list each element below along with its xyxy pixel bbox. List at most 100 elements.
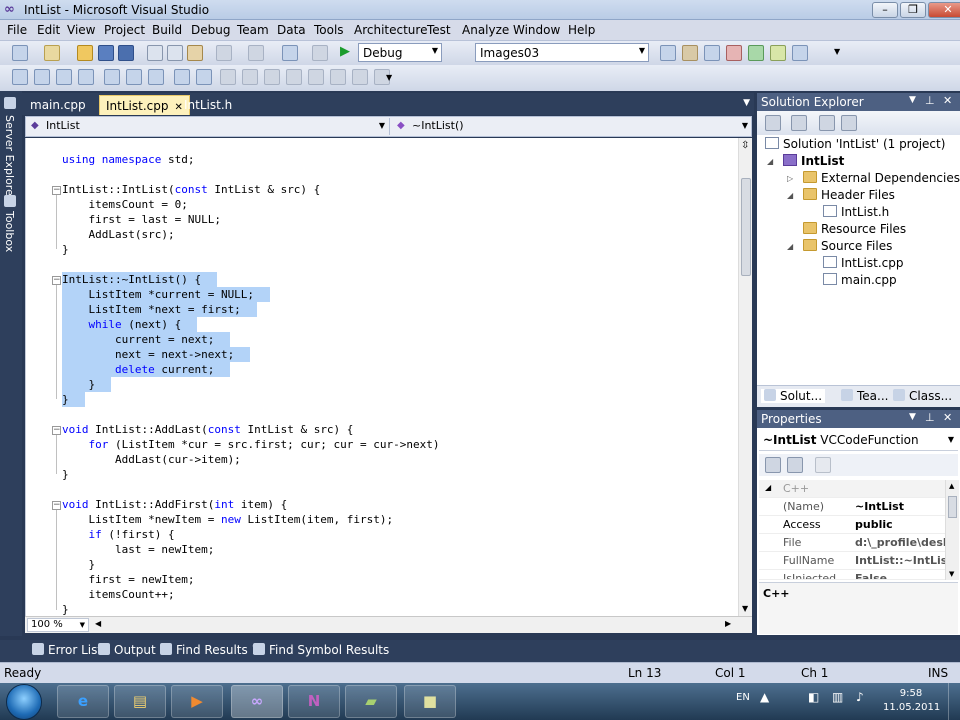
- uncomment-lines-icon[interactable]: [174, 69, 190, 85]
- tab-solution-explorer[interactable]: Solut...: [761, 389, 826, 403]
- show-hidden-icons-icon[interactable]: ▲: [760, 690, 769, 704]
- property-row[interactable]: Access public: [759, 516, 945, 534]
- scroll-right-icon[interactable]: ▶: [725, 619, 731, 628]
- tab-error-list[interactable]: Error List: [32, 643, 102, 657]
- collapse-arrow-icon[interactable]: ◢: [787, 191, 793, 200]
- code-line[interactable]: }: [62, 467, 69, 482]
- property-row[interactable]: IsInjected False: [759, 570, 945, 580]
- solution-explorer-icon[interactable]: [682, 45, 698, 61]
- next-bookmark-in-folder-icon[interactable]: [308, 69, 324, 85]
- tree-item-project[interactable]: IntList: [783, 154, 844, 171]
- code-line[interactable]: void IntList::AddFirst(int item) {: [62, 497, 287, 512]
- toolbar-options-icon[interactable]: ▼: [834, 47, 840, 56]
- code-line[interactable]: itemsCount++;: [62, 587, 174, 602]
- screen-recorder-icon[interactable]: ■: [404, 685, 456, 718]
- onenote-icon[interactable]: N: [288, 685, 340, 718]
- tree-item-intlist-h[interactable]: IntList.h: [823, 205, 889, 222]
- property-category[interactable]: ◢ C++: [759, 480, 945, 498]
- code-line[interactable]: }: [62, 377, 112, 392]
- tab-team-explorer[interactable]: Tea...: [841, 389, 888, 403]
- member-combo[interactable]: ◆ ~IntList() ▼: [392, 118, 752, 135]
- quick-info-icon[interactable]: [56, 69, 72, 85]
- code-line[interactable]: ListItem *next = first;: [62, 302, 257, 317]
- property-pages-icon[interactable]: [815, 457, 831, 473]
- maximize-button[interactable]: ❐: [900, 2, 926, 18]
- decrease-indent-icon[interactable]: [104, 69, 120, 85]
- add-item-icon[interactable]: [44, 45, 60, 61]
- server-explorer-tab[interactable]: Server Explorer: [3, 115, 16, 200]
- split-window-icon[interactable]: ⇳: [741, 140, 749, 151]
- code-line[interactable]: first = last = NULL;: [62, 212, 220, 227]
- new-project-icon[interactable]: [12, 45, 28, 61]
- refresh-icon[interactable]: [819, 115, 835, 131]
- code-line[interactable]: first = newItem;: [62, 572, 194, 587]
- code-line[interactable]: void IntList::AddLast(const IntList & sr…: [62, 422, 353, 437]
- pin-icon[interactable]: ⊥: [925, 94, 935, 107]
- tray-app-icon[interactable]: ◧: [808, 690, 819, 704]
- properties-window-icon[interactable]: [704, 45, 720, 61]
- class-diagram-icon[interactable]: [841, 115, 857, 131]
- menu-debug[interactable]: Debug: [191, 23, 230, 37]
- previous-bookmark-in-document-icon[interactable]: [330, 69, 346, 85]
- copy-icon[interactable]: [167, 45, 183, 61]
- tab-class-view[interactable]: Class...: [893, 389, 952, 403]
- code-line[interactable]: if (!first) {: [62, 527, 175, 542]
- menu-project[interactable]: Project: [104, 23, 145, 37]
- scroll-down-icon[interactable]: ▼: [742, 604, 748, 613]
- parameter-info-icon[interactable]: [34, 69, 50, 85]
- close-icon[interactable]: ✕: [943, 94, 952, 107]
- collapse-toggle-icon[interactable]: −: [52, 186, 61, 195]
- collapse-arrow-icon[interactable]: ◢: [765, 483, 771, 492]
- collapse-toggle-icon[interactable]: −: [52, 426, 61, 435]
- show-all-files-icon[interactable]: [791, 115, 807, 131]
- properties-icon[interactable]: [765, 115, 781, 131]
- find-combo[interactable]: Images03 ▼: [475, 43, 649, 62]
- toggle-bookmark-icon[interactable]: [220, 69, 236, 85]
- menu-view[interactable]: View: [67, 23, 95, 37]
- tree-item-header-files[interactable]: Header Files: [803, 188, 895, 205]
- properties-scrollbar[interactable]: ▲ ▼: [945, 480, 959, 580]
- code-line[interactable]: current = next;: [62, 332, 231, 347]
- internet-explorer-icon[interactable]: e: [57, 685, 109, 718]
- start-page-icon[interactable]: [770, 45, 786, 61]
- tab-main-cpp[interactable]: main.cpp: [24, 95, 92, 115]
- code-line[interactable]: last = newItem;: [62, 542, 214, 557]
- code-line[interactable]: delete current;: [62, 362, 231, 377]
- menu-tools[interactable]: Tools: [314, 23, 344, 37]
- cut-icon[interactable]: [147, 45, 163, 61]
- code-line[interactable]: IntList::~IntList() {: [62, 272, 218, 287]
- collapse-toggle-icon[interactable]: −: [52, 276, 61, 285]
- alphabetical-icon[interactable]: [787, 457, 803, 473]
- editor-horizontal-scrollbar[interactable]: 100 % ▼ ◀ ▶: [25, 616, 752, 633]
- increase-indent-icon[interactable]: [126, 69, 142, 85]
- code-line[interactable]: IntList::IntList(const IntList & src) {: [62, 182, 320, 197]
- tab-output[interactable]: Output: [98, 643, 156, 657]
- open-file-icon[interactable]: [77, 45, 93, 61]
- code-line[interactable]: for (ListItem *cur = src.first; cur; cur…: [62, 437, 440, 452]
- code-line[interactable]: }: [62, 557, 95, 572]
- property-row[interactable]: File d:\_profile\desk: [759, 534, 945, 552]
- tab-intlist-cpp[interactable]: IntList.cpp ✕: [99, 95, 190, 115]
- tree-item-main-cpp[interactable]: main.cpp: [823, 273, 897, 290]
- window-position-icon[interactable]: ▼: [909, 412, 916, 422]
- scroll-left-icon[interactable]: ◀: [95, 619, 101, 628]
- close-icon[interactable]: ✕: [943, 411, 952, 424]
- paste-icon[interactable]: [187, 45, 203, 61]
- complete-word-icon[interactable]: [78, 69, 94, 85]
- editor-vertical-scrollbar[interactable]: ⇳ ▼: [738, 138, 752, 616]
- language-indicator[interactable]: EN: [736, 692, 750, 703]
- property-row[interactable]: (Name) ~IntList: [759, 498, 945, 516]
- menu-data[interactable]: Data: [277, 23, 306, 37]
- menu-help[interactable]: Help: [568, 23, 595, 37]
- redo-icon[interactable]: [248, 45, 264, 61]
- menu-edit[interactable]: Edit: [37, 23, 60, 37]
- menu-test[interactable]: Test: [427, 23, 451, 37]
- toolbox-tab[interactable]: Toolbox: [3, 211, 16, 252]
- window-position-icon[interactable]: ▼: [909, 95, 916, 105]
- pin-icon[interactable]: ⊥: [925, 411, 935, 424]
- code-line[interactable]: AddLast(src);: [62, 227, 174, 242]
- previous-bookmark-in-folder-icon[interactable]: [286, 69, 302, 85]
- menu-team[interactable]: Team: [237, 23, 269, 37]
- previous-bookmark-icon[interactable]: [242, 69, 258, 85]
- save-all-icon[interactable]: [118, 45, 134, 61]
